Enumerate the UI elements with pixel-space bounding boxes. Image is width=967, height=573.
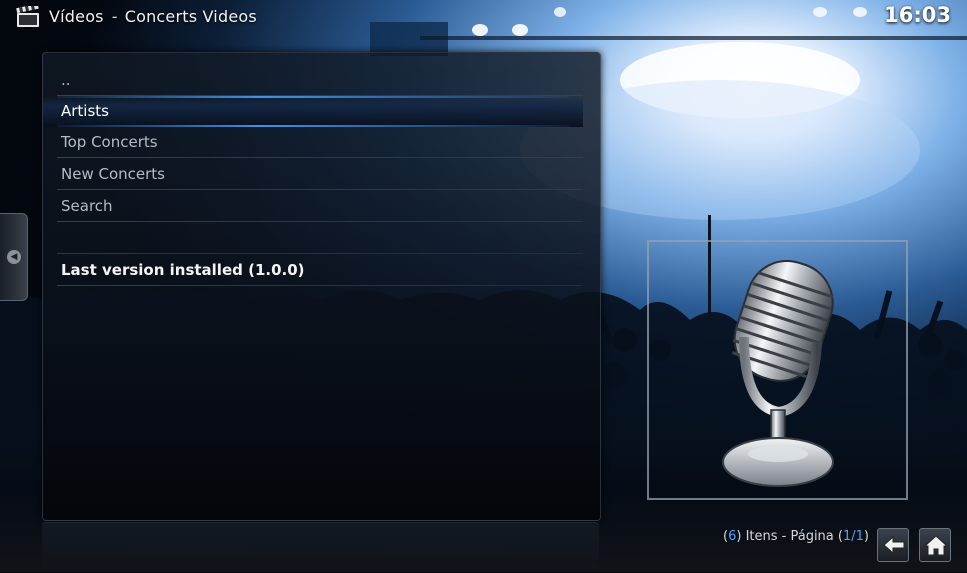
list-item-version-info[interactable]: Last version installed (1.0.0) (43, 255, 583, 286)
total-pages: 1 (855, 529, 864, 544)
breadcrumb-section[interactable]: Vídeos (49, 7, 104, 26)
list-item-label: New Concerts (61, 165, 165, 183)
home-button[interactable] (919, 528, 951, 562)
clock: 16:03 (884, 3, 951, 27)
current-page: 1 (842, 529, 852, 544)
list-item-search[interactable]: Search (43, 191, 583, 222)
list-item-top-concerts[interactable]: Top Concerts (43, 127, 583, 158)
back-arrow-icon (883, 535, 905, 555)
breadcrumb-separator: - (111, 7, 118, 26)
item-count-status: (6) Itens - Página (1/1) (723, 529, 869, 544)
breadcrumb: Vídeos - Concerts Videos (49, 7, 257, 26)
list-item-label: Artists (61, 102, 109, 120)
page-close: ) (863, 529, 869, 544)
home-icon (924, 535, 948, 556)
header-bar: Vídeos - Concerts Videos 16:03 (0, 0, 967, 34)
list-item-new-concerts[interactable]: New Concerts (43, 159, 583, 190)
panel-reflection (42, 522, 599, 573)
list-item-label: Last version installed (1.0.0) (61, 261, 305, 279)
items-page-label: Itens - Página (741, 529, 838, 544)
back-button[interactable] (877, 528, 909, 562)
file-list-panel: .. Artists Top Concerts New Concerts Sea… (42, 52, 601, 521)
list-item-parent[interactable]: .. (43, 65, 583, 96)
side-menu-icon: ◀ (7, 250, 21, 264)
side-menu-tab[interactable]: ◀ (0, 213, 28, 301)
list-item-label: Search (61, 197, 113, 215)
list-item-empty[interactable] (43, 223, 583, 254)
film-clapper-icon (16, 6, 39, 27)
addon-thumbnail (647, 240, 908, 500)
list-item-artists[interactable]: Artists (43, 96, 583, 127)
list-item-label: Top Concerts (61, 133, 158, 151)
breadcrumb-addon-title: Concerts Videos (124, 7, 257, 26)
microphone-icon (722, 259, 834, 487)
list-item-label: .. (61, 71, 71, 89)
